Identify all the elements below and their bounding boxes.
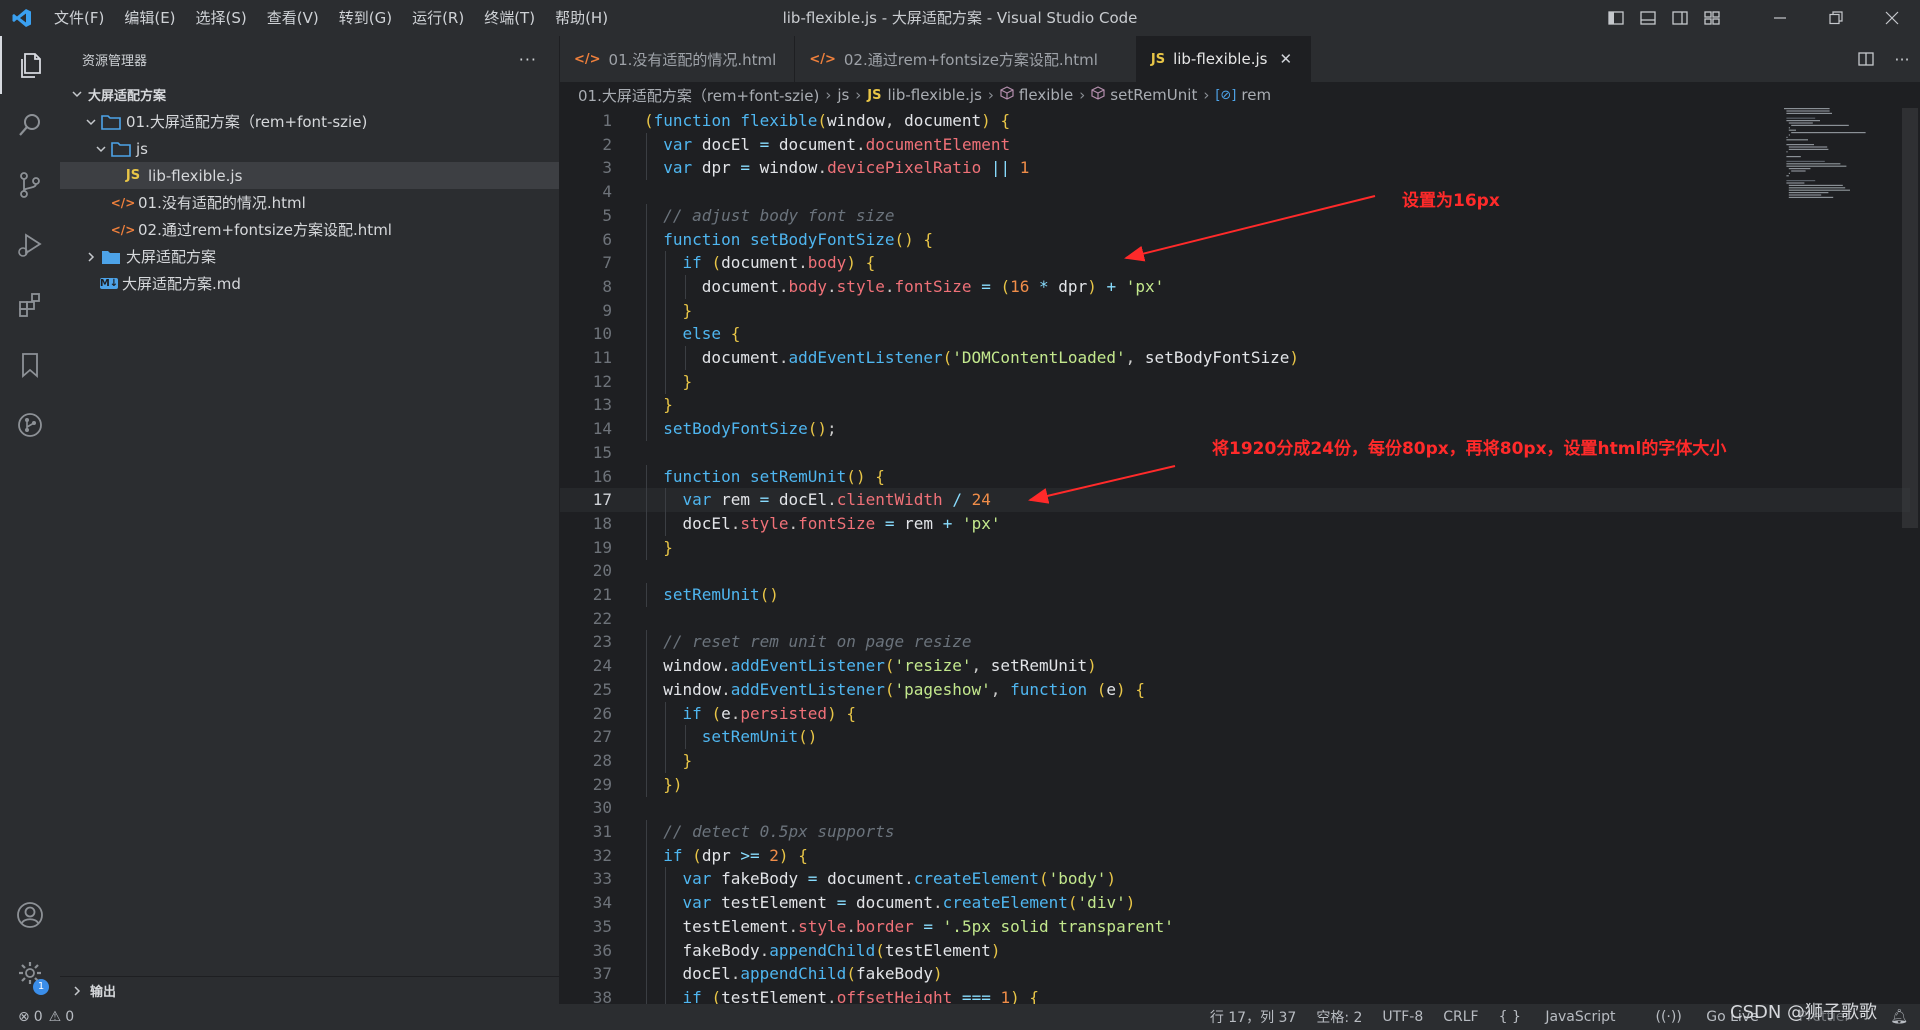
- annotation-arrows: [1028, 195, 1376, 504]
- status-bar: ⊗ 0 ⚠ 0 行 17，列 37 空格: 2 UTF-8 CRLF { } J…: [0, 1004, 1920, 1030]
- notifications-bell-icon[interactable]: 🔔︎: [1890, 1009, 1908, 1025]
- indentation[interactable]: 空格: 2: [1316, 1007, 1362, 1027]
- cursor-position[interactable]: 行 17，列 37: [1210, 1007, 1297, 1027]
- errors-icon[interactable]: ⊗: [18, 1009, 30, 1025]
- language-label: JavaScript: [1545, 1009, 1616, 1025]
- warnings-count[interactable]: 0: [65, 1009, 74, 1025]
- encoding[interactable]: UTF-8: [1382, 1009, 1423, 1025]
- broadcast-icon: ((·)): [1655, 1009, 1682, 1025]
- language-mode[interactable]: { } JavaScript: [1499, 1009, 1636, 1025]
- errors-count[interactable]: 0: [34, 1009, 43, 1025]
- warnings-icon[interactable]: ⚠: [49, 1009, 62, 1025]
- watermark: CSDN @狮子歌歌: [1730, 1002, 1878, 1023]
- end-of-line[interactable]: CRLF: [1443, 1009, 1478, 1025]
- braces-icon: { }: [1498, 1009, 1521, 1025]
- annotation-arrow-2: [1028, 465, 1176, 504]
- annotation-arrow-1: [1124, 195, 1376, 262]
